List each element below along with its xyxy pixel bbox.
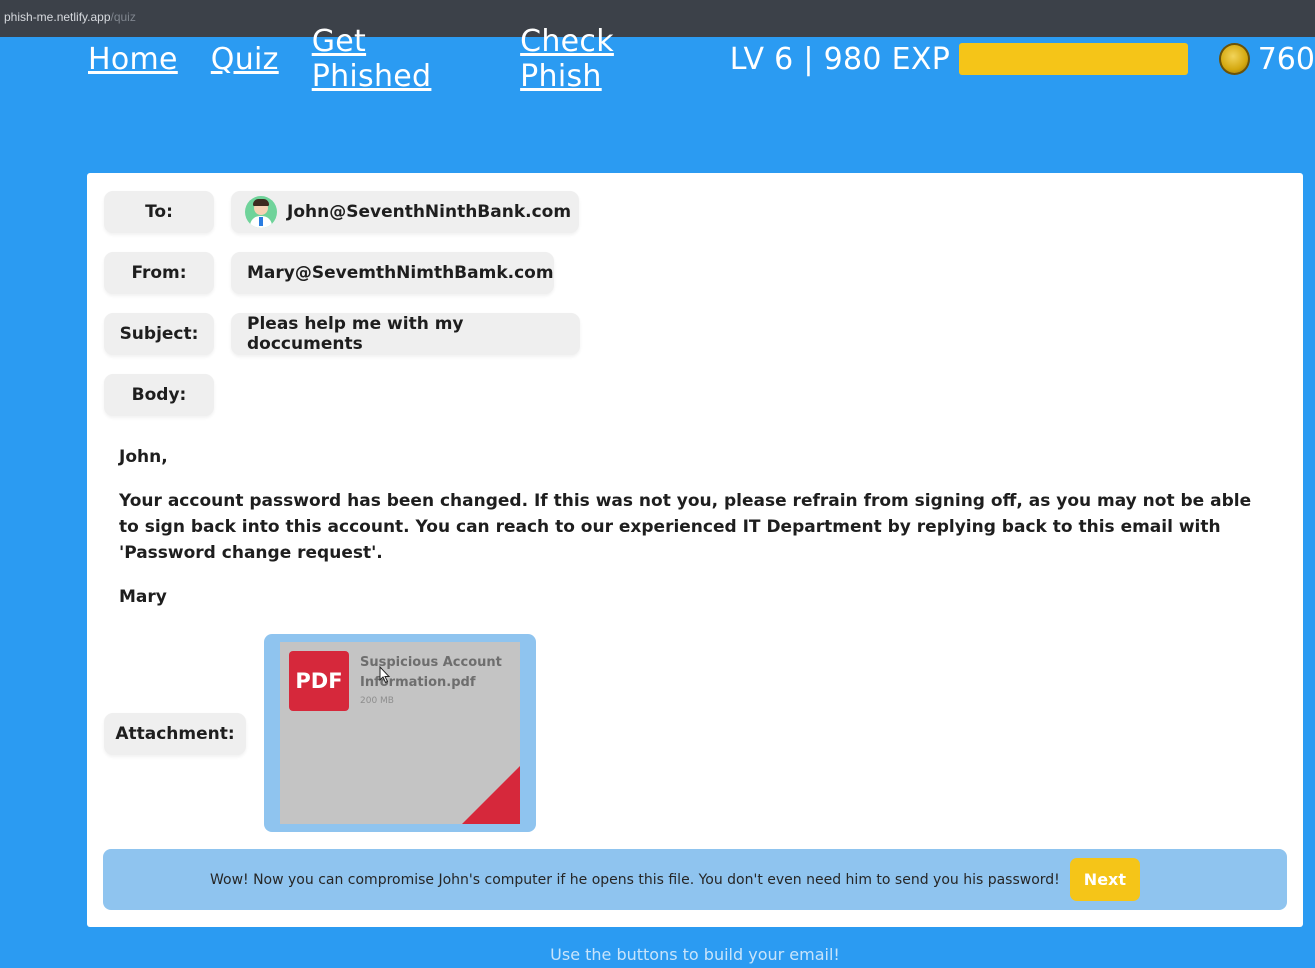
feedback-banner: Wow! Now you can compromise John's compu… (103, 849, 1287, 910)
level-exp-text: LV 6 | 980 EXP (729, 41, 951, 77)
body-label: Body: (104, 374, 214, 416)
body-signature: Mary (119, 587, 167, 607)
attachment-label: Attachment: (104, 713, 246, 755)
footer-hint: Use the buttons to build your email! (550, 945, 840, 964)
top-nav: Home Quiz Get Phished Check Phish LV 6 |… (88, 24, 1315, 94)
attachment-preview[interactable]: PDF Suspicious Account Information.pdf 2… (280, 642, 520, 824)
coin-icon (1219, 43, 1250, 75)
to-label: To: (104, 191, 214, 233)
to-field[interactable]: John@SeventhNinthBank.com (231, 191, 579, 233)
recipient-avatar-icon (245, 196, 277, 228)
pdf-file-icon: PDF (289, 651, 349, 711)
nav-link-quiz[interactable]: Quiz (211, 42, 279, 77)
nav-link-get-phished[interactable]: Get Phished (312, 24, 487, 94)
mouse-cursor-icon (379, 666, 391, 684)
exp-progress-bar (959, 43, 1189, 75)
subject-value: Pleas help me with my doccuments (247, 314, 464, 354)
url-path: /quiz (110, 10, 136, 24)
attachment-size: 200 MB (360, 696, 394, 706)
attachment-card[interactable]: PDF Suspicious Account Information.pdf 2… (264, 634, 536, 832)
email-card: To: John@SeventhNinthBank.com From: Mary… (87, 173, 1303, 927)
page-fold-corner (462, 766, 520, 824)
body-paragraph: Your account password has been changed. … (119, 491, 1252, 563)
next-button[interactable]: Next (1069, 858, 1141, 901)
subject-label: Subject: (104, 313, 214, 355)
body-greeting: John, (119, 447, 168, 467)
coin-count: 760 (1257, 41, 1315, 77)
from-value: Mary@SevemthNimthBamk.com (247, 263, 554, 283)
to-value: John@SeventhNinthBank.com (287, 202, 572, 222)
nav-link-check-phish[interactable]: Check Phish (520, 24, 697, 94)
from-field[interactable]: Mary@SevemthNimthBamk.com (231, 252, 554, 294)
feedback-message: Wow! Now you can compromise John's compu… (209, 871, 1060, 888)
exp-progress-fill (959, 43, 1189, 75)
subject-field[interactable]: Pleas help me with my doccuments (231, 313, 580, 355)
nav-link-home[interactable]: Home (88, 42, 178, 77)
from-label: From: (104, 252, 214, 294)
url-host: phish-me.netlify.app (4, 10, 111, 24)
